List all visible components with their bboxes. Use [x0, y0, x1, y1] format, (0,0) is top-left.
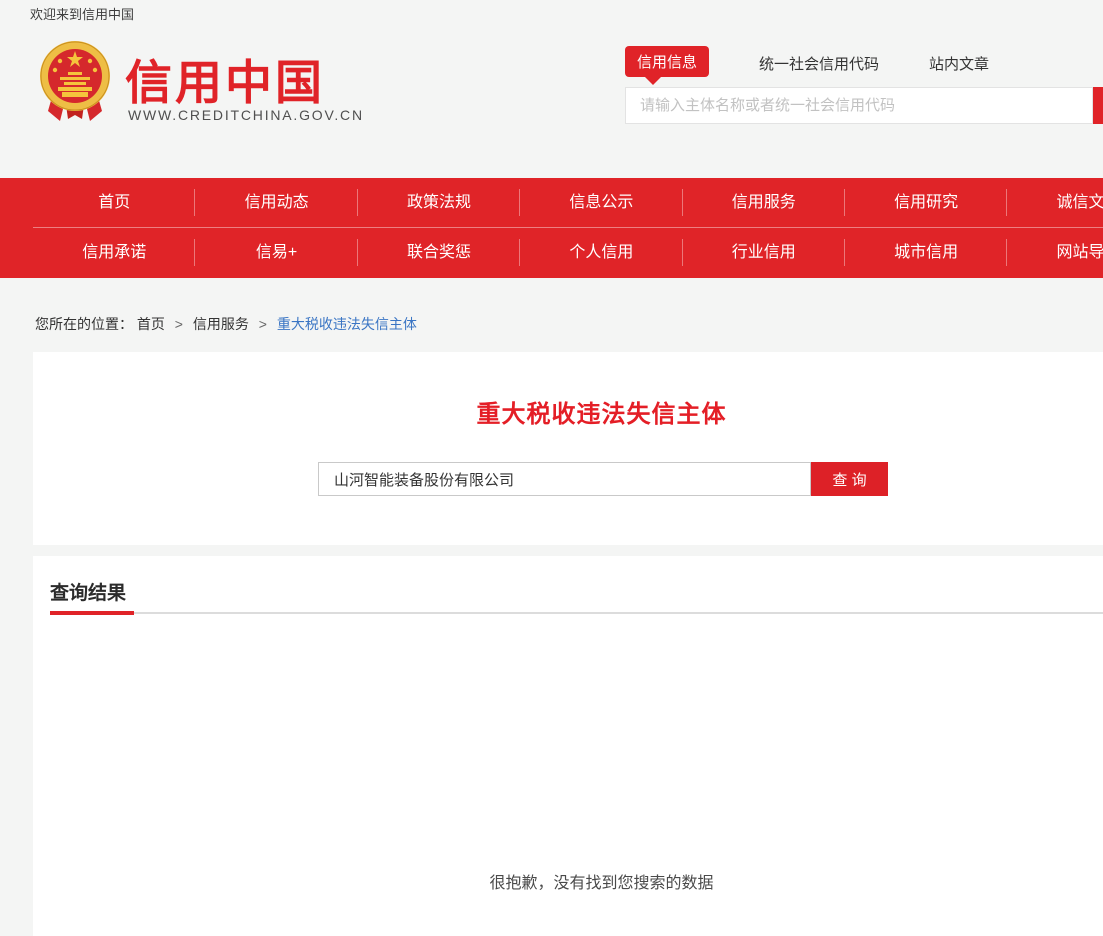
page-title: 重大税收违法失信主体: [33, 394, 1103, 429]
tab-site-articles[interactable]: 站内文章: [929, 53, 989, 74]
welcome-text: 欢迎来到信用中国: [30, 4, 134, 23]
tab-unified-social-credit-code[interactable]: 统一社会信用代码: [759, 53, 879, 74]
nav-item-policies[interactable]: 政策法规: [358, 178, 520, 227]
nav-row-1: 首页 信用动态 政策法规 信息公示 信用服务 信用研究 诚信文化: [33, 178, 1103, 227]
active-tab-pointer-icon: [645, 77, 661, 85]
breadcrumb-home[interactable]: 首页: [137, 316, 165, 332]
brand-url: WWW.CREDITCHINA.GOV.CN: [128, 107, 364, 123]
breadcrumb-current-page[interactable]: 重大税收违法失信主体: [277, 316, 417, 332]
breadcrumb: 您所在的位置： 首页 > 信用服务 > 重大税收违法失信主体: [35, 314, 417, 334]
nav-item-credit-news[interactable]: 信用动态: [195, 178, 357, 227]
nav-item-personal-credit[interactable]: 个人信用: [520, 228, 682, 277]
breadcrumb-separator: >: [259, 316, 267, 332]
results-heading-rule-accent: [50, 611, 134, 615]
header-search-button[interactable]: [1093, 87, 1103, 124]
nav-item-integrity-culture[interactable]: 诚信文化: [1007, 178, 1103, 227]
nav-item-site-map[interactable]: 网站导航: [1007, 228, 1103, 277]
empty-results-message: 很抱歉，没有找到您搜索的数据: [33, 869, 1103, 893]
breadcrumb-credit-services[interactable]: 信用服务: [193, 316, 249, 332]
entity-query-input[interactable]: [318, 462, 811, 496]
nav-item-info-disclosure[interactable]: 信息公示: [520, 178, 682, 227]
breadcrumb-separator: >: [175, 316, 183, 332]
nav-row-2: 信用承诺 信易+ 联合奖惩 个人信用 行业信用 城市信用 网站导航: [33, 228, 1103, 277]
nav-item-joint-reward-punishment[interactable]: 联合奖惩: [358, 228, 520, 277]
query-button[interactable]: 查 询: [811, 462, 888, 496]
nav-row-divider: [33, 227, 1103, 228]
brand-name: 信用中国: [125, 44, 325, 113]
nav-item-credit-research[interactable]: 信用研究: [845, 178, 1007, 227]
results-heading: 查询结果: [50, 578, 126, 605]
query-card: 重大税收违法失信主体 查 询: [33, 352, 1103, 545]
national-emblem-icon: [38, 39, 112, 123]
nav-item-industry-credit[interactable]: 行业信用: [683, 228, 845, 277]
nav-item-home[interactable]: 首页: [33, 178, 195, 227]
nav-item-xinyi-plus[interactable]: 信易+: [195, 228, 357, 277]
results-card: 查询结果 很抱歉，没有找到您搜索的数据: [33, 556, 1103, 936]
tab-credit-info[interactable]: 信用信息: [625, 46, 709, 77]
nav-item-credit-commitment[interactable]: 信用承诺: [33, 228, 195, 277]
nav-item-city-credit[interactable]: 城市信用: [845, 228, 1007, 277]
breadcrumb-prefix: 您所在的位置：: [35, 316, 133, 332]
results-heading-rule: [50, 612, 1103, 614]
main-nav: 首页 信用动态 政策法规 信息公示 信用服务 信用研究 诚信文化 信用承诺 信易…: [0, 178, 1103, 278]
nav-item-credit-services[interactable]: 信用服务: [683, 178, 845, 227]
header-search-input[interactable]: [625, 87, 1093, 124]
